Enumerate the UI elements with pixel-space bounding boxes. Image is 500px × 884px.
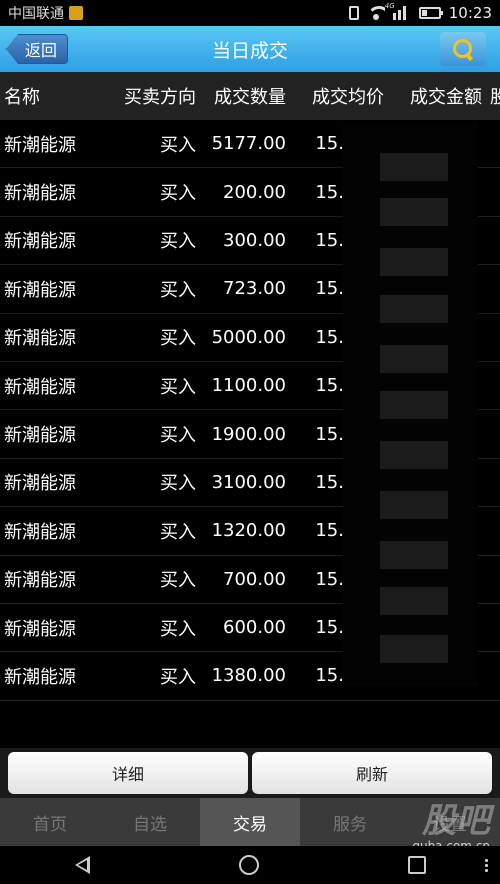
header-direction[interactable]: 买卖方向: [100, 83, 196, 109]
cell-price: 15.: [315, 229, 344, 251]
cell-quantity: 200.00: [223, 181, 286, 203]
cell-direction: 买入: [160, 473, 196, 495]
cell-direction: 买入: [160, 376, 196, 398]
refresh-button[interactable]: 刷新: [252, 752, 492, 794]
cell-direction: 买入: [160, 570, 196, 592]
table-header: 名称 买卖方向 成交数量 成交均价 成交金额 股: [0, 72, 500, 120]
nav-recent-apps-icon[interactable]: [407, 856, 426, 874]
cell-name: 新潮能源: [4, 618, 76, 640]
cell-price: 15.: [315, 133, 344, 155]
cell-price: 15.: [315, 568, 344, 590]
cell-name: 新潮能源: [4, 521, 76, 543]
cell-quantity: 5177.00: [211, 133, 286, 155]
bottom-tab-bar: 首页 自选 交易 服务 设置: [0, 798, 500, 846]
cell-quantity: 5000.00: [211, 326, 286, 348]
cell-price: 15.: [315, 375, 344, 397]
cell-name: 新潮能源: [4, 666, 76, 688]
back-button[interactable]: 返回: [6, 34, 68, 64]
status-right: 4G 10:23: [348, 2, 492, 22]
search-button[interactable]: [440, 32, 486, 66]
vibrate-icon: [348, 6, 359, 20]
cell-quantity: 600.00: [223, 617, 286, 639]
tab-service[interactable]: 服务: [300, 798, 400, 846]
nav-back-icon[interactable]: [74, 856, 90, 874]
page-title: 当日成交: [211, 39, 288, 62]
nav-home-icon[interactable]: [238, 855, 259, 875]
cell-name: 新潮能源: [4, 425, 76, 447]
cell-direction: 买入: [160, 183, 196, 205]
nav-more-icon[interactable]: [485, 858, 488, 872]
cell-direction: 买入: [160, 134, 196, 156]
header-avg-price[interactable]: 成交均价: [286, 83, 384, 109]
cell-price: 15.: [315, 665, 344, 687]
cell-price: 15.: [315, 471, 344, 493]
status-time: 10:23: [448, 4, 492, 22]
battery-icon: [418, 7, 443, 19]
cell-quantity: 700.00: [223, 568, 286, 590]
cell-quantity: 1100.00: [211, 375, 286, 397]
cell-name: 新潮能源: [4, 231, 76, 253]
signal-icon: 4G: [385, 2, 411, 20]
cell-price: 15.: [315, 617, 344, 639]
cell-price: 15.: [315, 326, 344, 348]
action-bar: 详细 刷新: [0, 748, 500, 798]
cell-name: 新潮能源: [4, 570, 76, 592]
cell-direction: 买入: [160, 521, 196, 543]
status-bar: 中国联通 4G 10:23: [0, 0, 500, 26]
cell-direction: 买入: [160, 666, 196, 688]
cell-quantity: 3100.00: [211, 471, 286, 493]
header-quantity[interactable]: 成交数量: [196, 83, 286, 109]
redacted-region: [343, 123, 478, 686]
cell-price: 15.: [315, 278, 344, 300]
cell-direction: 买入: [160, 328, 196, 350]
notification-icon: [69, 6, 83, 20]
cell-price: 15.: [315, 520, 344, 542]
cell-name: 新潮能源: [4, 279, 76, 301]
cell-name: 新潮能源: [4, 183, 76, 205]
title-bar: 返回 当日成交: [0, 26, 500, 72]
cell-quantity: 300.00: [223, 229, 286, 251]
status-left: 中国联通: [8, 3, 83, 23]
cell-name: 新潮能源: [4, 134, 76, 156]
cell-direction: 买入: [160, 425, 196, 447]
detail-button[interactable]: 详细: [8, 752, 248, 794]
cell-quantity: 1380.00: [211, 665, 286, 687]
cell-quantity: 1320.00: [211, 520, 286, 542]
cell-direction: 买入: [160, 231, 196, 253]
cell-name: 新潮能源: [4, 376, 76, 398]
cell-price: 15.: [315, 423, 344, 445]
search-icon: [452, 38, 474, 60]
tab-trade[interactable]: 交易: [200, 798, 300, 846]
header-name[interactable]: 名称: [0, 83, 100, 109]
header-more[interactable]: 股: [482, 83, 500, 109]
tab-watchlist[interactable]: 自选: [100, 798, 200, 846]
network-badge: 4G: [384, 2, 395, 10]
system-nav-bar: [0, 846, 500, 884]
wifi-icon: [366, 6, 385, 20]
header-amount[interactable]: 成交金额: [384, 83, 482, 109]
cell-direction: 买入: [160, 618, 196, 640]
tab-settings[interactable]: 设置: [400, 798, 500, 846]
cell-quantity: 723.00: [223, 278, 286, 300]
tab-home[interactable]: 首页: [0, 798, 100, 846]
carrier-name: 中国联通: [8, 6, 64, 22]
cell-direction: 买入: [160, 279, 196, 301]
cell-name: 新潮能源: [4, 473, 76, 495]
cell-price: 15.: [315, 181, 344, 203]
cell-quantity: 1900.00: [211, 423, 286, 445]
cell-name: 新潮能源: [4, 328, 76, 350]
